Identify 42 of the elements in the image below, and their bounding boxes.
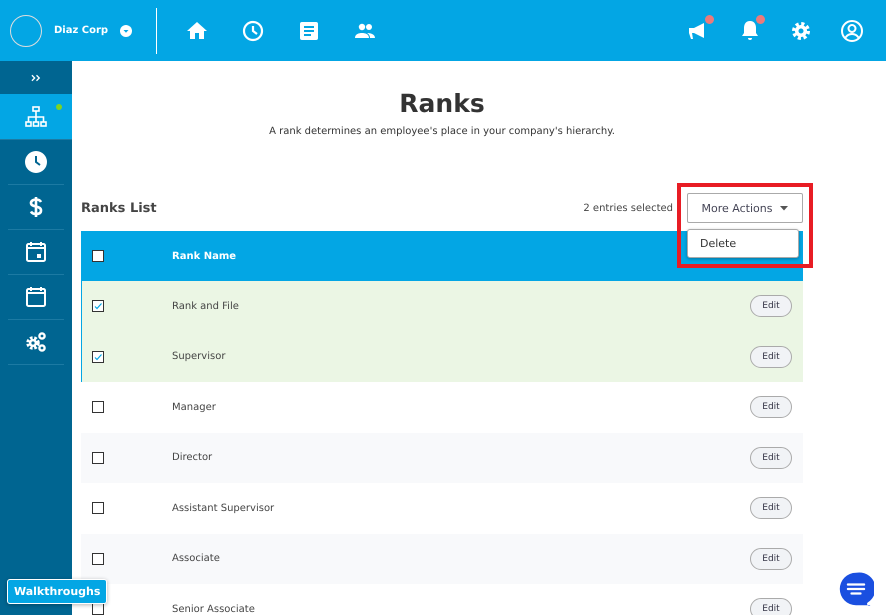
list-title: Ranks List <box>81 200 157 216</box>
column-header: Rank Name <box>172 250 236 262</box>
edit-button[interactable]: Edit <box>750 396 792 418</box>
checkbox[interactable] <box>92 452 104 464</box>
menu-item[interactable]: Delete <box>688 230 798 257</box>
calendar-icon <box>24 240 48 264</box>
chat-icon[interactable] <box>838 571 874 607</box>
rank-name: Manager <box>172 402 216 413</box>
edit-button[interactable]: Edit <box>750 548 792 570</box>
edit-button[interactable]: Edit <box>750 346 792 368</box>
rank-name: Associate <box>172 553 220 564</box>
rank-name: Supervisor <box>172 351 226 362</box>
edit-button[interactable]: Edit <box>750 598 792 615</box>
edit-button[interactable]: Edit <box>750 497 792 520</box>
rank-name: Rank and File <box>172 300 239 312</box>
checkbox[interactable] <box>92 552 104 565</box>
checkbox[interactable] <box>92 350 104 363</box>
sidebar-item[interactable] <box>0 94 72 140</box>
org-chart-icon <box>24 104 48 128</box>
dropdown-icon[interactable] <box>120 24 132 36</box>
rank-name: Assistant Supervisor <box>172 502 274 514</box>
double-chevron-icon <box>30 74 42 82</box>
gears-icon <box>24 330 48 354</box>
clock-icon[interactable] <box>241 18 265 42</box>
page-subtitle: A rank determines an employee's place in your company's hierarchy. <box>268 126 616 137</box>
clock-icon <box>24 150 48 174</box>
page-title: Ranks <box>398 89 486 118</box>
more-actions-button[interactable]: More Actions <box>687 193 803 223</box>
checkbox[interactable] <box>92 401 104 414</box>
selection-count: 2 entries selected <box>583 202 673 214</box>
checkbox[interactable] <box>92 250 104 262</box>
caret-icon <box>780 206 788 210</box>
calendar-icon <box>24 285 48 309</box>
edit-button[interactable]: Edit <box>750 446 792 469</box>
checkbox[interactable] <box>92 502 104 514</box>
rank-name: Director <box>172 452 212 464</box>
checkbox[interactable] <box>92 300 104 312</box>
edit-button[interactable]: Edit <box>750 295 792 318</box>
rank-name: Senior Associate <box>172 604 255 615</box>
company-logo-icon <box>10 14 42 46</box>
user-icon[interactable] <box>840 18 864 42</box>
checkbox[interactable] <box>92 603 104 615</box>
